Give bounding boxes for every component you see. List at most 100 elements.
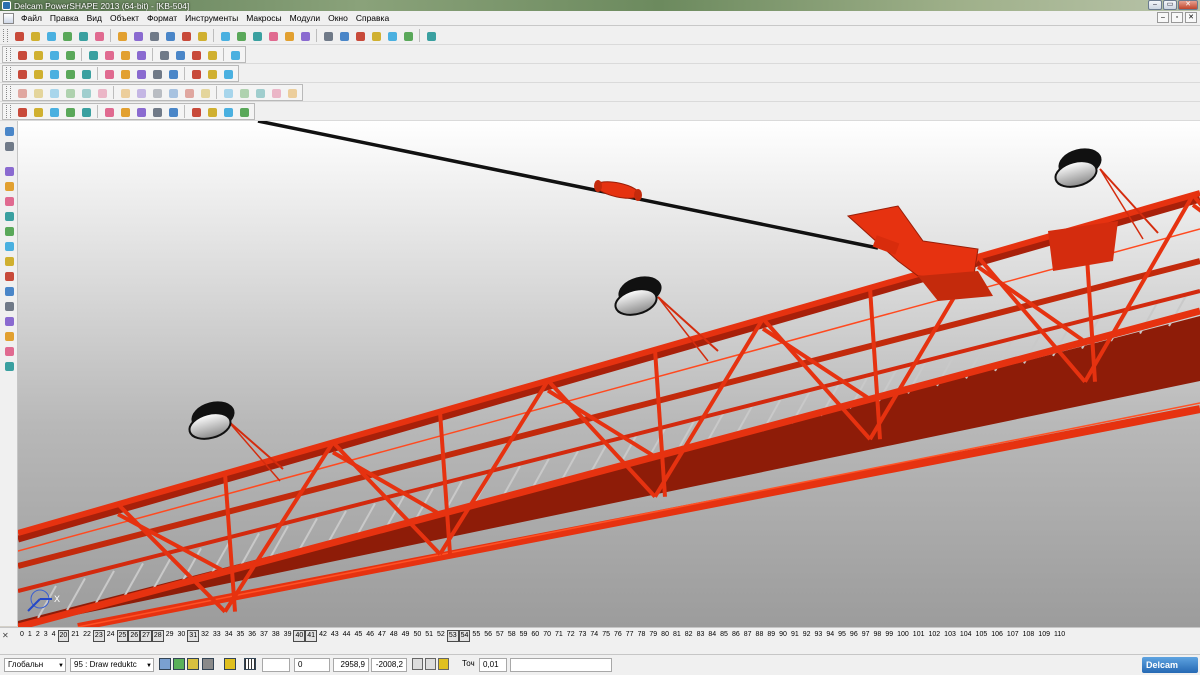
cube-icon[interactable] <box>63 48 77 62</box>
shape-icon[interactable] <box>2 359 16 373</box>
level-button[interactable]: 93 <box>813 630 825 642</box>
material-icon[interactable] <box>187 658 200 670</box>
sphere-red-icon[interactable] <box>102 67 116 81</box>
wire5-icon[interactable] <box>79 86 93 100</box>
coord-x-field[interactable]: 2958,9 <box>333 658 369 672</box>
level-button[interactable]: 74 <box>588 630 600 642</box>
zoom-in-icon[interactable] <box>118 48 132 62</box>
level-button[interactable]: 44 <box>341 630 353 642</box>
circle-icon[interactable] <box>321 29 335 43</box>
light-icon[interactable] <box>369 29 383 43</box>
level-button[interactable]: 35 <box>234 630 246 642</box>
level-button[interactable]: 83 <box>695 630 707 642</box>
level-button[interactable]: 53 <box>446 630 459 642</box>
solid8-icon[interactable] <box>166 105 180 119</box>
import-icon[interactable] <box>115 29 129 43</box>
copy-icon[interactable] <box>2 194 16 208</box>
solid3-icon[interactable] <box>79 105 93 119</box>
curve-icon[interactable] <box>337 29 351 43</box>
level-button[interactable]: 90 <box>777 630 789 642</box>
close-button[interactable]: ✕ <box>1178 0 1198 10</box>
multi-select-icon[interactable] <box>2 139 16 153</box>
delete-icon[interactable] <box>195 29 209 43</box>
curve9-icon[interactable] <box>253 86 267 100</box>
sphere-icon[interactable] <box>173 48 187 62</box>
curve6-icon[interactable] <box>198 86 212 100</box>
curve4-icon[interactable] <box>166 86 180 100</box>
level-button[interactable]: 48 <box>388 630 400 642</box>
menu-format[interactable]: Формат <box>143 11 181 25</box>
level-button[interactable]: 94 <box>824 630 836 642</box>
toolbar-grip[interactable] <box>3 29 8 42</box>
model-icon[interactable] <box>2 284 16 298</box>
cut-icon[interactable] <box>131 29 145 43</box>
level-button[interactable]: 110 <box>1052 630 1067 642</box>
solid1-icon[interactable] <box>47 105 61 119</box>
level-button[interactable]: 98 <box>872 630 884 642</box>
level-button[interactable]: 49 <box>400 630 412 642</box>
level-button[interactable]: 43 <box>329 630 341 642</box>
tolerance-icon[interactable] <box>438 658 450 670</box>
zoom-out-icon[interactable] <box>134 48 148 62</box>
level-button[interactable]: 101 <box>911 630 927 642</box>
shading-icon[interactable] <box>189 48 203 62</box>
level-button[interactable]: 25 <box>116 630 129 642</box>
solid11-icon[interactable] <box>221 105 235 119</box>
level-button[interactable]: 75 <box>600 630 612 642</box>
view-all-icon[interactable] <box>86 48 100 62</box>
wire1-icon[interactable] <box>15 86 29 100</box>
level-button[interactable]: 40 <box>293 630 306 642</box>
level-button[interactable]: 2 <box>34 630 42 642</box>
level-button[interactable]: 39 <box>282 630 294 642</box>
level-button[interactable]: 46 <box>364 630 376 642</box>
level-button[interactable]: 24 <box>105 630 117 642</box>
level-button[interactable]: 107 <box>1005 630 1021 642</box>
view-iso-icon[interactable] <box>47 48 61 62</box>
view-top-icon[interactable] <box>15 48 29 62</box>
level-button[interactable]: 57 <box>494 630 506 642</box>
wire6-icon[interactable] <box>95 86 109 100</box>
level-button[interactable]: 87 <box>742 630 754 642</box>
level-button[interactable]: 99 <box>883 630 895 642</box>
level-button[interactable]: 104 <box>958 630 974 642</box>
save-icon[interactable] <box>76 29 90 43</box>
curve1-icon[interactable] <box>118 86 132 100</box>
mdi-minimize-button[interactable]: ‒ <box>1157 12 1169 23</box>
globe-icon[interactable] <box>157 48 171 62</box>
document-icon[interactable] <box>3 12 14 24</box>
render-icon[interactable] <box>401 29 415 43</box>
level-button[interactable]: 60 <box>529 630 541 642</box>
menu-file[interactable]: Файл <box>17 11 46 25</box>
level-button[interactable]: 4 <box>50 630 58 642</box>
level-button[interactable]: 102 <box>926 630 942 642</box>
layer-icon[interactable] <box>2 239 16 253</box>
level-button[interactable]: 22 <box>81 630 93 642</box>
print-preview-icon[interactable] <box>60 29 74 43</box>
component-icon[interactable] <box>2 209 16 223</box>
gem-icon[interactable] <box>118 67 132 81</box>
undo2-icon[interactable] <box>234 29 248 43</box>
toolbar-grip[interactable] <box>6 105 11 118</box>
level-button[interactable]: 91 <box>789 630 801 642</box>
level-button[interactable]: 106 <box>989 630 1005 642</box>
level-button[interactable]: 33 <box>211 630 223 642</box>
surface1-icon[interactable] <box>15 105 29 119</box>
paint-icon[interactable] <box>2 224 16 238</box>
toolbar-grip[interactable] <box>6 67 11 80</box>
level-button[interactable]: 42 <box>317 630 329 642</box>
levels-close-icon[interactable]: ✕ <box>2 631 9 640</box>
undo-icon[interactable] <box>218 29 232 43</box>
wand-icon[interactable] <box>424 29 438 43</box>
level-button[interactable]: 59 <box>518 630 530 642</box>
menu-modules[interactable]: Модули <box>286 11 324 25</box>
level-button[interactable]: 45 <box>352 630 364 642</box>
level-button[interactable]: 47 <box>376 630 388 642</box>
mdi-close-button[interactable]: ✕ <box>1185 12 1197 23</box>
redo-icon[interactable] <box>179 29 193 43</box>
menu-view[interactable]: Вид <box>83 11 106 25</box>
curve3-icon[interactable] <box>150 86 164 100</box>
model-view[interactable]: X <box>18 121 1200 627</box>
curve7-icon[interactable] <box>221 86 235 100</box>
level-button[interactable]: 78 <box>636 630 648 642</box>
shaded-icon[interactable] <box>173 658 186 670</box>
